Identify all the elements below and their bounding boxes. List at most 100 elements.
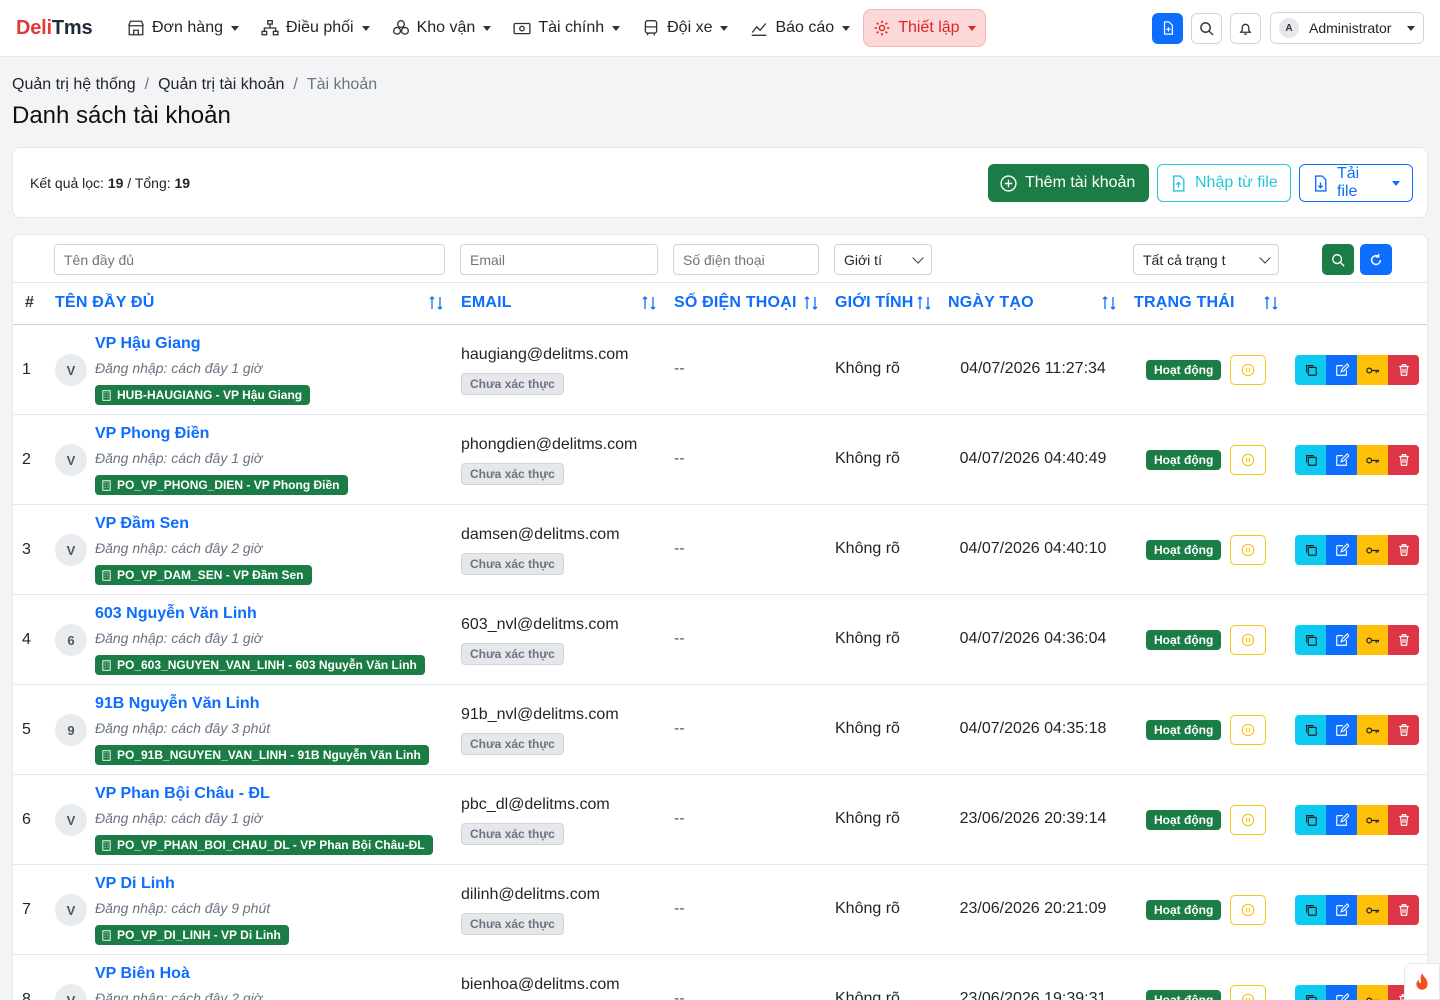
account-name-link[interactable]: 91B Nguyễn Văn Linh [95, 695, 259, 713]
copy-button[interactable] [1295, 355, 1326, 385]
delete-button[interactable] [1388, 355, 1419, 385]
account-name-link[interactable]: VP Đầm Sen [95, 515, 189, 533]
created-date-text: 04/07/2026 04:40:49 [959, 450, 1107, 467]
quick-add-button[interactable] [1152, 12, 1183, 44]
reset-password-button[interactable] [1357, 535, 1388, 565]
user-menu[interactable]: A Administrator [1270, 12, 1424, 44]
sort-icon[interactable] [803, 295, 819, 311]
search-button[interactable] [1191, 12, 1222, 44]
sort-icon[interactable] [428, 295, 444, 311]
account-name-link[interactable]: VP Di Linh [95, 875, 175, 893]
edit-button[interactable] [1326, 985, 1357, 1000]
pause-button[interactable] [1230, 445, 1266, 475]
status-filter-select[interactable]: Tất cả trạng t [1133, 244, 1279, 275]
nav-item-4[interactable]: Đội xe [633, 9, 737, 47]
last-login-text: Đăng nhập: cách đây 1 giờ [95, 360, 263, 376]
chevron-down-icon [1407, 25, 1415, 31]
last-login-text: Đăng nhập: cách đây 2 giờ [95, 540, 263, 556]
sort-icon[interactable] [641, 295, 657, 311]
verify-badge: Chưa xác thực [461, 733, 564, 755]
email-text: 91b_nvl@delitms.com [461, 706, 619, 723]
column-status[interactable]: TRẠNG THÁI [1134, 294, 1235, 312]
notification-button[interactable] [1230, 12, 1261, 44]
pause-button[interactable] [1230, 625, 1266, 655]
reset-password-button[interactable] [1357, 805, 1388, 835]
pause-button[interactable] [1230, 985, 1266, 1000]
reset-password-button[interactable] [1357, 895, 1388, 925]
copy-button[interactable] [1295, 715, 1326, 745]
nav-item-6[interactable]: Thiết lập [863, 9, 986, 47]
delete-button[interactable] [1388, 805, 1419, 835]
edit-button[interactable] [1326, 895, 1357, 925]
pause-button[interactable] [1230, 715, 1266, 745]
sort-icon[interactable] [916, 295, 932, 311]
nav-item-3[interactable]: Tài chính [504, 9, 629, 47]
brand-logo[interactable]: DeliTms [16, 17, 98, 40]
delete-button[interactable] [1388, 625, 1419, 655]
pause-button[interactable] [1230, 805, 1266, 835]
reset-password-button[interactable] [1357, 445, 1388, 475]
account-name-link[interactable]: VP Biên Hoà [95, 965, 190, 983]
account-name-link[interactable]: VP Phan Bội Châu - ĐL [95, 785, 270, 803]
filter-search-button[interactable] [1322, 244, 1354, 275]
reset-password-button[interactable] [1357, 985, 1388, 1000]
key-icon [1366, 907, 1380, 913]
copy-button[interactable] [1295, 445, 1326, 475]
name-filter-input[interactable] [54, 244, 445, 275]
verify-badge: Chưa xác thực [461, 913, 564, 935]
account-name-link[interactable]: VP Phong Điền [95, 425, 209, 443]
verify-badge: Chưa xác thực [461, 643, 564, 665]
nav-item-5[interactable]: Báo cáo [741, 9, 859, 47]
pause-button[interactable] [1230, 895, 1266, 925]
sort-icon[interactable] [1101, 295, 1117, 311]
pause-button[interactable] [1230, 355, 1266, 385]
add-account-button[interactable]: Thêm tài khoản [988, 164, 1149, 202]
filter-reset-button[interactable] [1360, 244, 1392, 275]
delete-button[interactable] [1388, 535, 1419, 565]
delete-button[interactable] [1388, 895, 1419, 925]
created-date-text: 23/06/2026 19:39:31 [959, 990, 1107, 1000]
edit-button[interactable] [1326, 535, 1357, 565]
column-gender[interactable]: GIỚI TÍNH [835, 294, 914, 312]
copy-button[interactable] [1295, 625, 1326, 655]
breadcrumb-item-system[interactable]: Quản trị hệ thống [12, 76, 136, 94]
fire-icon-button[interactable] [1404, 963, 1440, 1000]
sort-icon[interactable] [1263, 295, 1279, 311]
nav-item-2[interactable]: Kho vận [383, 9, 501, 47]
column-created[interactable]: NGÀY TẠO [948, 294, 1034, 312]
key-icon [1366, 997, 1380, 1000]
nav-item-1[interactable]: Điều phối [252, 9, 379, 47]
reset-password-button[interactable] [1357, 355, 1388, 385]
account-name-link[interactable]: 603 Nguyễn Văn Linh [95, 605, 257, 623]
download-file-button[interactable]: Tải file [1299, 164, 1413, 202]
building-icon [101, 389, 112, 401]
import-file-button[interactable]: Nhập từ file [1157, 164, 1291, 202]
copy-button[interactable] [1295, 805, 1326, 835]
reset-password-button[interactable] [1357, 625, 1388, 655]
edit-button[interactable] [1326, 445, 1357, 475]
account-name-link[interactable]: VP Hậu Giang [95, 335, 201, 353]
column-email[interactable]: EMAIL [461, 294, 512, 312]
edit-button[interactable] [1326, 355, 1357, 385]
email-filter-input[interactable] [460, 244, 658, 275]
pause-button[interactable] [1230, 535, 1266, 565]
trash-icon [1398, 724, 1409, 736]
copy-button[interactable] [1295, 985, 1326, 1000]
chevron-down-icon [483, 25, 492, 31]
nav-item-0[interactable]: Đơn hàng [118, 9, 248, 47]
copy-button[interactable] [1295, 535, 1326, 565]
gender-filter-select[interactable]: Giới tí [834, 244, 932, 275]
phone-filter-input[interactable] [673, 244, 819, 275]
edit-button[interactable] [1326, 625, 1357, 655]
edit-button[interactable] [1326, 715, 1357, 745]
bell-icon [1239, 23, 1252, 35]
copy-button[interactable] [1295, 895, 1326, 925]
delete-button[interactable] [1388, 715, 1419, 745]
edit-button[interactable] [1326, 805, 1357, 835]
gender-text: Không rõ [835, 720, 900, 737]
delete-button[interactable] [1388, 445, 1419, 475]
reset-password-button[interactable] [1357, 715, 1388, 745]
breadcrumb-item-account-admin[interactable]: Quản trị tài khoản [158, 76, 284, 94]
column-phone[interactable]: SỐ ĐIỆN THOẠI [674, 294, 797, 312]
column-name[interactable]: TÊN ĐẦY ĐỦ [55, 294, 155, 312]
